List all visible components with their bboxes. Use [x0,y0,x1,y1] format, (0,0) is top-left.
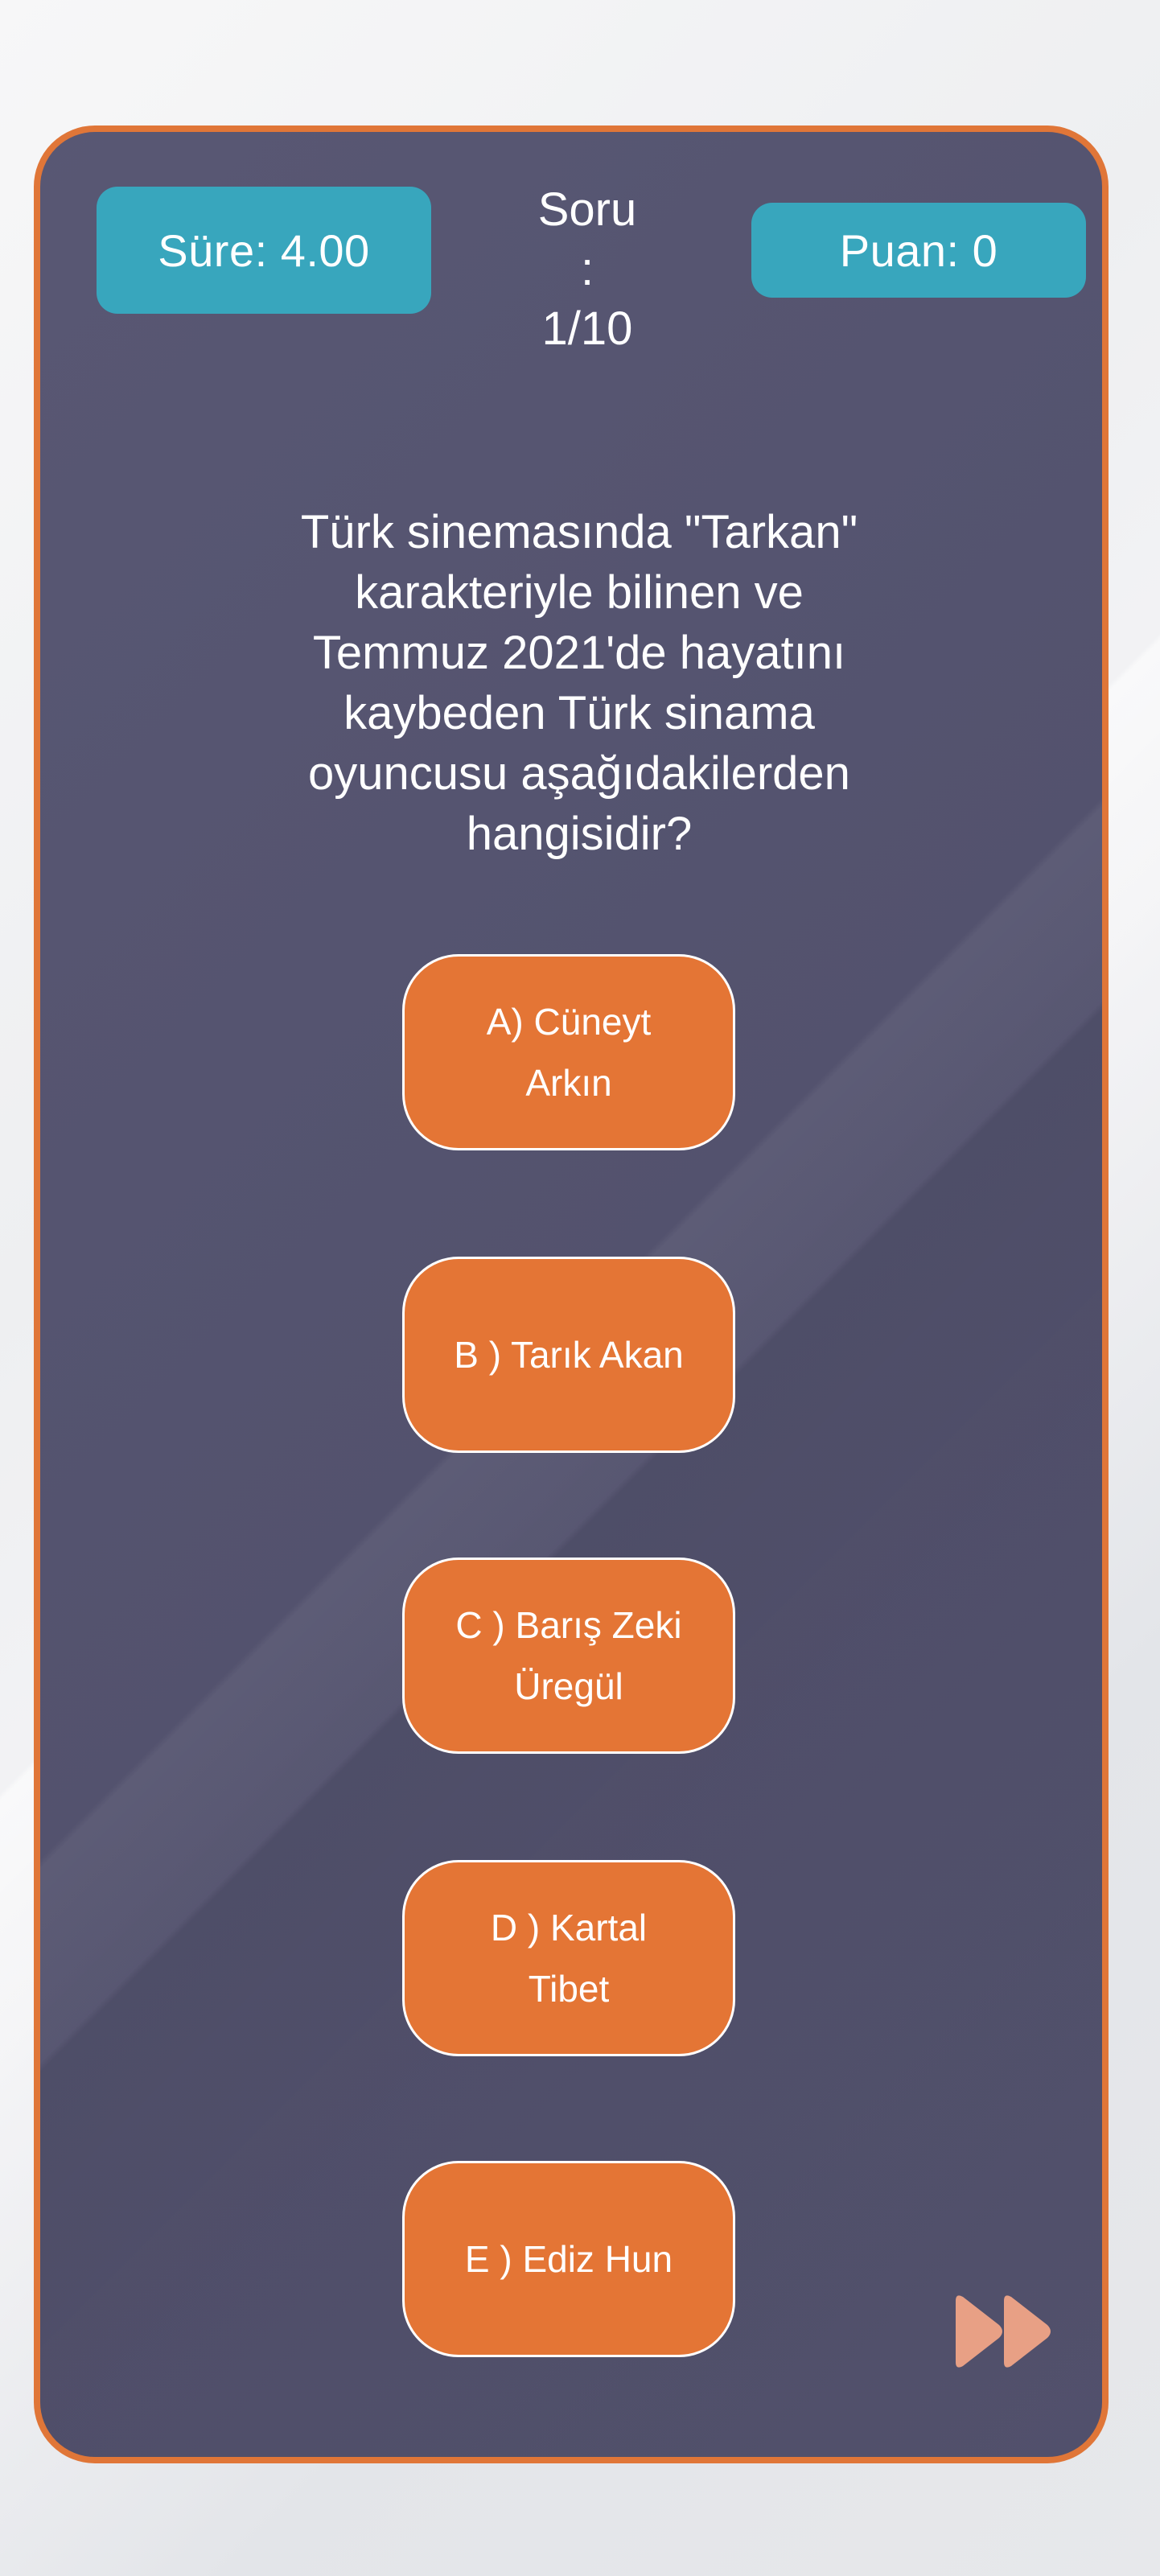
answer-option-a[interactable]: A) Cüneyt Arkın [402,954,735,1150]
answer-label: Tibet [528,1968,610,2010]
answer-label: D ) Kartal [490,1907,648,1948]
question-line: karakteriyle bilinen ve [355,566,804,619]
question-counter-label: Soru [537,183,637,236]
quiz-card: Süre: 4.00 Soru : 1/10 Puan: 0 Türk sine… [34,126,1109,2463]
question-line: Temmuz 2021'de hayatını [312,627,846,679]
fast-forward-icon [956,2295,1051,2368]
question-line: oyuncusu aşağıdakilerden [308,747,850,800]
answer-label: B ) Tarık Akan [454,1334,684,1376]
score-badge: Puan: 0 [751,203,1086,298]
answer-label: C ) Barış Zeki [455,1604,682,1646]
question-counter-separator: : [580,243,594,295]
answer-option-c[interactable]: C ) Barış Zeki Üregül [402,1558,735,1754]
question-line: kaybeden Türk sinama [343,687,815,739]
answer-label: A) Cüneyt [486,1001,652,1043]
answer-label: E ) Ediz Hun [464,2238,673,2280]
answer-label: Arkın [525,1062,612,1104]
question-counter-value: 1/10 [541,302,633,355]
question-counter: Soru : 1/10 [491,180,684,359]
question-line: Türk sinemasında "Tarkan" [300,506,858,558]
answer-label: Üregül [514,1665,623,1707]
answer-option-d[interactable]: D ) Kartal Tibet [402,1860,735,2056]
answer-option-e[interactable]: E ) Ediz Hun [402,2161,735,2357]
question-line: hangisidir? [466,808,693,860]
answer-option-b[interactable]: B ) Tarık Akan [402,1257,735,1453]
skip-question-button[interactable] [951,2293,1055,2370]
timer-badge: Süre: 4.00 [97,187,431,314]
question-text: Türk sinemasında "Tarkan" karakteriyle b… [257,502,901,864]
